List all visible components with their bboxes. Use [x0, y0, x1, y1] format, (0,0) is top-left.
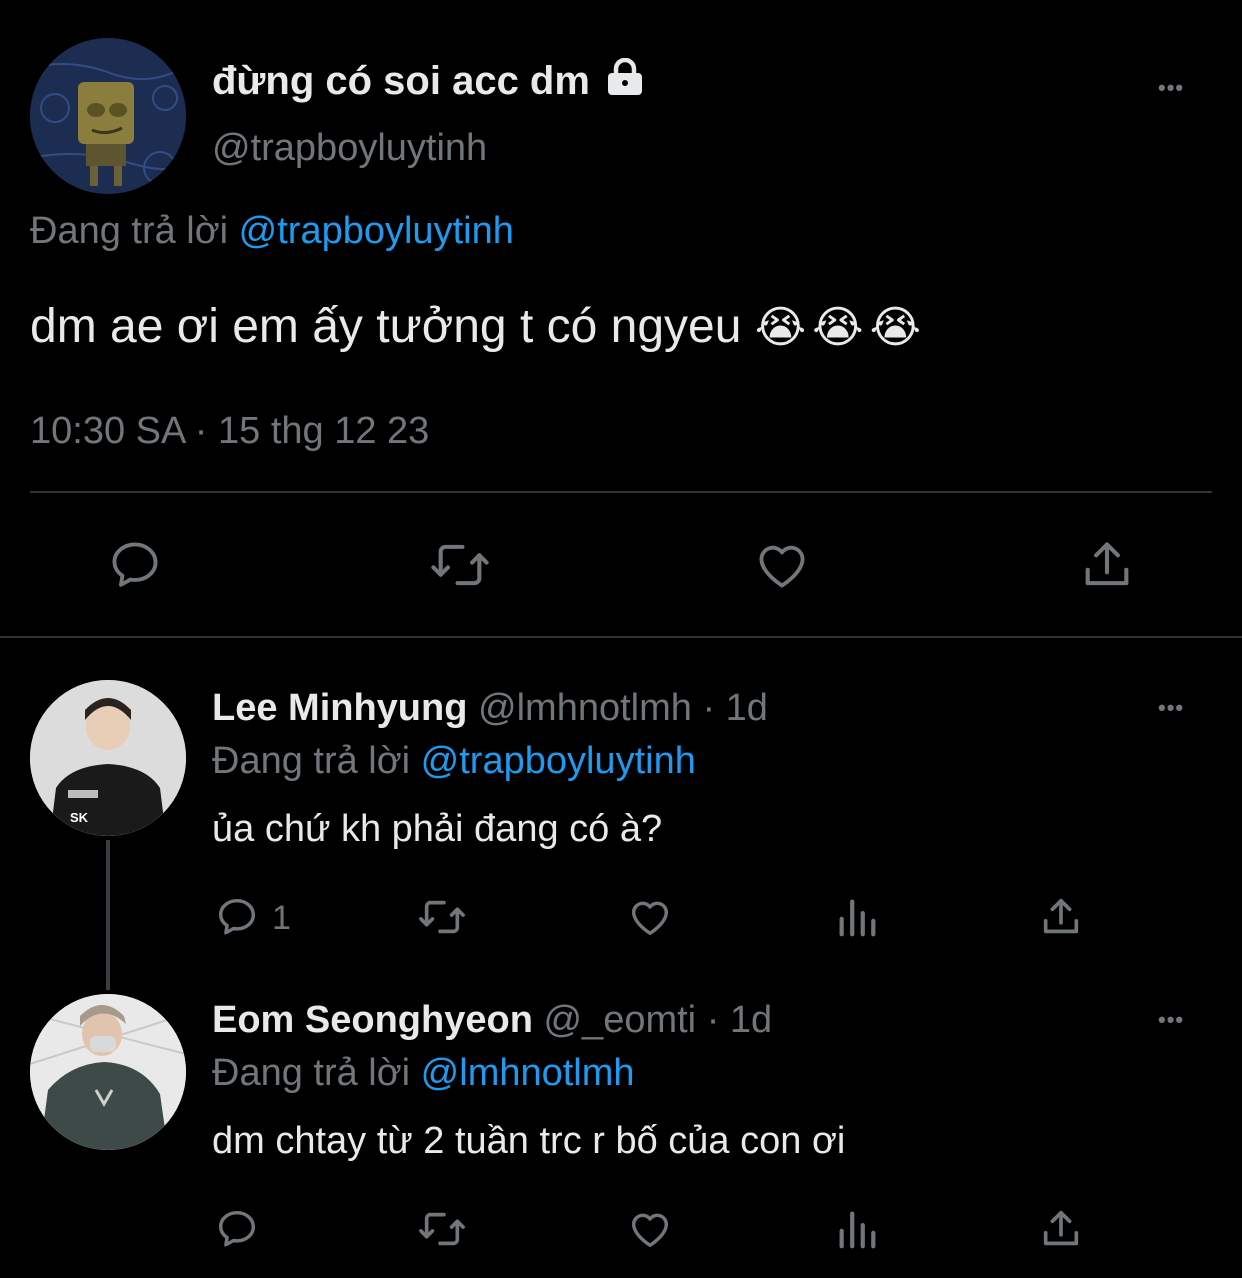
tweet-text-body: dm ae ơi em ấy tưởng t có ngyeu — [30, 300, 742, 353]
reply-icon[interactable] — [106, 536, 164, 594]
retweet-icon[interactable] — [416, 894, 468, 940]
reply-time[interactable]: · 1d — [707, 999, 772, 1041]
retweet-icon[interactable] — [428, 536, 492, 594]
replying-label: Đang trả lời — [212, 1052, 411, 1094]
like-icon[interactable] — [626, 894, 674, 940]
like-icon[interactable] — [752, 536, 812, 594]
reply-time[interactable]: · 1d — [702, 687, 767, 729]
reply-text: ủa chứ kh phải đang có à? — [212, 808, 663, 850]
share-icon[interactable] — [1038, 1206, 1084, 1252]
timestamp[interactable]: 10:30 SA · 15 thg 12 23 — [30, 408, 429, 454]
display-name-text: đừng có soi acc dm — [212, 59, 590, 103]
more-options-icon[interactable]: ••• — [1158, 77, 1184, 99]
handle[interactable]: @trapboyluytinh — [212, 126, 487, 170]
replying-to-link[interactable]: @lmhnotlmh — [421, 1052, 635, 1094]
retweet-icon[interactable] — [416, 1206, 468, 1252]
replying-label: Đang trả lời — [30, 210, 229, 252]
avatar[interactable] — [30, 38, 186, 194]
share-icon[interactable] — [1078, 536, 1136, 594]
more-options-icon[interactable]: ••• — [1158, 1009, 1184, 1031]
more-options-icon[interactable]: ••• — [1158, 697, 1184, 719]
tweet-text: dm ae ơi em ấy tưởng t có ngyeu 😭😭😭 — [30, 298, 927, 357]
handle[interactable]: @lmhnotlmh — [478, 687, 692, 729]
share-icon[interactable] — [1038, 894, 1084, 940]
replying-to: Đang trả lời @trapboyluytinh — [30, 208, 514, 254]
reply-count: 1 — [272, 899, 291, 937]
crying-emoji-icon: 😭😭😭 — [754, 303, 928, 352]
display-name[interactable]: Lee Minhyung — [212, 687, 467, 729]
lock-icon — [605, 58, 645, 96]
thread-connector — [106, 840, 110, 990]
reply-icon[interactable] — [214, 1206, 260, 1252]
replying-label: Đang trả lời — [212, 740, 411, 782]
views-icon[interactable] — [834, 1206, 880, 1252]
display-name[interactable]: đừng có soi acc dm — [212, 58, 645, 104]
divider — [30, 491, 1212, 493]
reply-icon[interactable] — [214, 894, 260, 940]
reply-header: Eom Seonghyeon @_eomti · 1d — [212, 998, 772, 1042]
like-icon[interactable] — [626, 1206, 674, 1252]
reply-header: Lee Minhyung @lmhnotlmh · 1d — [212, 686, 768, 730]
replying-to: Đang trả lời @trapboyluytinh — [212, 738, 696, 784]
avatar[interactable]: SK — [30, 680, 186, 836]
replying-to: Đang trả lời @lmhnotlmh — [212, 1050, 635, 1096]
views-icon[interactable] — [834, 894, 880, 940]
handle[interactable]: @_eomti — [543, 999, 696, 1041]
display-name[interactable]: Eom Seonghyeon — [212, 999, 533, 1041]
replying-to-link[interactable]: @trapboyluytinh — [239, 210, 514, 252]
replying-to-link[interactable]: @trapboyluytinh — [421, 740, 696, 782]
divider — [0, 636, 1242, 638]
avatar[interactable] — [30, 994, 186, 1150]
reply-text: dm chtay từ 2 tuần trc r bố của con ơi — [212, 1120, 846, 1162]
svg-text:SK: SK — [70, 810, 89, 825]
